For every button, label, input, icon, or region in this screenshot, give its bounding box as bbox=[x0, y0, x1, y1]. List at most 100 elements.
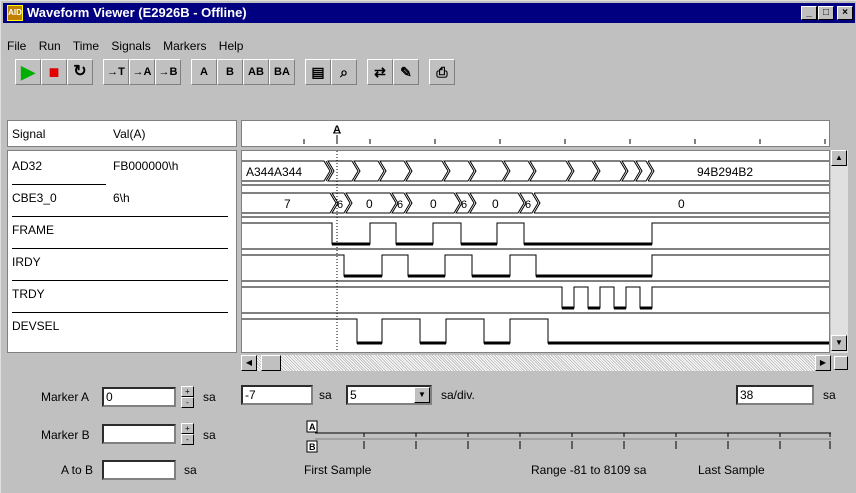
unit-label: sa bbox=[184, 463, 197, 477]
scroll-down-icon[interactable]: ▼ bbox=[831, 335, 847, 351]
scroll-left-icon[interactable]: ◀ bbox=[241, 355, 257, 371]
ad32-left-value: A344A344 bbox=[246, 165, 302, 179]
signal-name: IRDY bbox=[12, 255, 41, 269]
sa-per-div-select[interactable]: 5 ▼ bbox=[346, 385, 432, 405]
unit-label: sa bbox=[203, 390, 216, 404]
signal-row-frame[interactable]: FRAME bbox=[8, 217, 236, 249]
value-column-header[interactable]: Val(A) bbox=[113, 127, 145, 141]
spin-up-icon[interactable]: + bbox=[181, 386, 194, 397]
dropdown-arrow-icon[interactable]: ▼ bbox=[414, 387, 430, 403]
time-ruler[interactable]: A bbox=[241, 120, 830, 147]
title-bar: AID Waveform Viewer (E2926B - Offline) _… bbox=[3, 3, 855, 23]
window-title: Waveform Viewer (E2926B - Offline) bbox=[27, 5, 247, 20]
goto-trigger-button[interactable]: →T bbox=[103, 59, 129, 85]
swap-marker-button[interactable]: BA bbox=[269, 59, 295, 85]
overview-timeline[interactable]: A B bbox=[301, 419, 841, 455]
signal-row-cbe3-0[interactable]: CBE3_0 6\h bbox=[8, 185, 236, 217]
ruler-svg: A bbox=[303, 124, 826, 144]
cbe-value: 6 bbox=[461, 199, 467, 211]
set-marker-b-button[interactable]: B bbox=[217, 59, 243, 85]
spin-down-icon[interactable]: - bbox=[181, 397, 194, 408]
goto-marker-b-button[interactable]: →B bbox=[155, 59, 181, 85]
cbe-value: 6 bbox=[337, 199, 343, 211]
unit-label: sa bbox=[319, 388, 332, 402]
minimize-button[interactable]: _ bbox=[801, 6, 817, 20]
marker-a-label: Marker A bbox=[41, 390, 90, 404]
first-sample-label: First Sample bbox=[304, 463, 372, 477]
marker-b-spinner[interactable]: + - bbox=[181, 423, 194, 445]
compare-button[interactable]: ⇄ bbox=[367, 59, 393, 85]
menu-markers[interactable]: Markers bbox=[163, 39, 206, 53]
trdy-waveform bbox=[242, 286, 829, 309]
horizontal-scrollbar[interactable]: ◀ ▶ bbox=[241, 355, 831, 371]
signal-row-ad32[interactable]: AD32 FB000000\h bbox=[8, 153, 236, 185]
unit-label: sa bbox=[823, 388, 836, 402]
marker-b-input[interactable] bbox=[102, 424, 176, 444]
irdy-waveform bbox=[242, 254, 829, 277]
overview-marker-a-label: A bbox=[309, 422, 316, 432]
rerun-button[interactable]: ↻ bbox=[67, 59, 93, 85]
set-marker-a-button[interactable]: A bbox=[191, 59, 217, 85]
marker-a-spinner[interactable]: + - bbox=[181, 386, 194, 408]
resize-grip-icon[interactable] bbox=[834, 356, 848, 370]
edit-button[interactable]: ✎ bbox=[393, 59, 419, 85]
spin-up-icon[interactable]: + bbox=[181, 423, 194, 434]
marker-a-input[interactable]: 0 bbox=[102, 387, 176, 407]
devsel-waveform bbox=[242, 318, 829, 344]
spin-down-icon[interactable]: - bbox=[181, 434, 194, 445]
cbe-left-value: 7 bbox=[284, 197, 291, 211]
ad32-right-value: 94B294B2 bbox=[697, 165, 753, 179]
menu-help[interactable]: Help bbox=[219, 39, 244, 53]
waveform-area[interactable]: A344A344 94B294B2 7 6 0 6 0 6 0 6 0 bbox=[241, 150, 830, 353]
signal-header: Signal Val(A) bbox=[7, 120, 237, 147]
menu-bar: File Run Time Signals Markers Help bbox=[7, 39, 252, 55]
overview-marker-b-label: B bbox=[309, 442, 316, 452]
maximize-button[interactable]: □ bbox=[818, 6, 834, 20]
signal-name: DEVSEL bbox=[12, 319, 60, 333]
close-button[interactable]: × bbox=[837, 6, 853, 20]
scroll-right-icon[interactable]: ▶ bbox=[815, 355, 831, 371]
signal-row-devsel[interactable]: DEVSEL bbox=[8, 313, 236, 345]
signal-name: FRAME bbox=[12, 223, 54, 237]
sa-per-div-value: 5 bbox=[350, 388, 357, 402]
marker-ab-button[interactable]: AB bbox=[243, 59, 269, 85]
menu-run[interactable]: Run bbox=[39, 39, 61, 53]
right-value-input[interactable]: 38 bbox=[736, 385, 814, 405]
range-label: Range -81 to 8109 sa bbox=[531, 463, 647, 477]
signal-list-button[interactable]: ▤ bbox=[305, 59, 331, 85]
run-button[interactable]: ▶ bbox=[15, 59, 41, 85]
a-to-b-label: A to B bbox=[61, 463, 94, 477]
marker-b-label: Marker B bbox=[41, 428, 90, 442]
signal-column-header[interactable]: Signal bbox=[12, 127, 45, 141]
find-button[interactable]: ⌕ bbox=[331, 59, 357, 85]
scroll-thumb[interactable] bbox=[261, 355, 281, 371]
cbe-value: 0 bbox=[430, 197, 437, 211]
waveform-svg: A344A344 94B294B2 7 6 0 6 0 6 0 6 0 bbox=[242, 151, 829, 352]
marker-a-flag: A bbox=[333, 124, 341, 136]
menu-signals[interactable]: Signals bbox=[111, 39, 150, 53]
last-sample-label: Last Sample bbox=[698, 463, 765, 477]
stop-button[interactable]: ■ bbox=[41, 59, 67, 85]
offset-input[interactable]: -7 bbox=[241, 385, 313, 405]
signal-name: CBE3_0 bbox=[12, 191, 57, 205]
unit-label: sa bbox=[203, 428, 216, 442]
signal-list: AD32 FB000000\h CBE3_0 6\h FRAME IRDY TR… bbox=[7, 150, 237, 353]
cbe-waveform bbox=[242, 192, 829, 214]
a-to-b-input[interactable] bbox=[102, 460, 176, 480]
scroll-up-icon[interactable]: ▲ bbox=[831, 150, 847, 166]
frame-waveform bbox=[242, 222, 829, 245]
signal-row-trdy[interactable]: TRDY bbox=[8, 281, 236, 313]
signal-value: FB000000\h bbox=[113, 159, 179, 173]
waveform-viewer-window: AID Waveform Viewer (E2926B - Offline) _… bbox=[0, 0, 856, 493]
print-button[interactable]: ⎙ bbox=[429, 59, 455, 85]
menu-time[interactable]: Time bbox=[73, 39, 99, 53]
menu-file[interactable]: File bbox=[7, 39, 26, 53]
signal-value: 6\h bbox=[113, 191, 130, 205]
signal-name: TRDY bbox=[12, 287, 45, 301]
cbe-value: 0 bbox=[492, 197, 499, 211]
goto-marker-a-button[interactable]: →A bbox=[129, 59, 155, 85]
sa-div-label: sa/div. bbox=[441, 388, 475, 402]
vertical-scrollbar[interactable]: ▲ ▼ bbox=[831, 150, 848, 353]
signal-row-irdy[interactable]: IRDY bbox=[8, 249, 236, 281]
cbe-right-value: 0 bbox=[678, 197, 685, 211]
